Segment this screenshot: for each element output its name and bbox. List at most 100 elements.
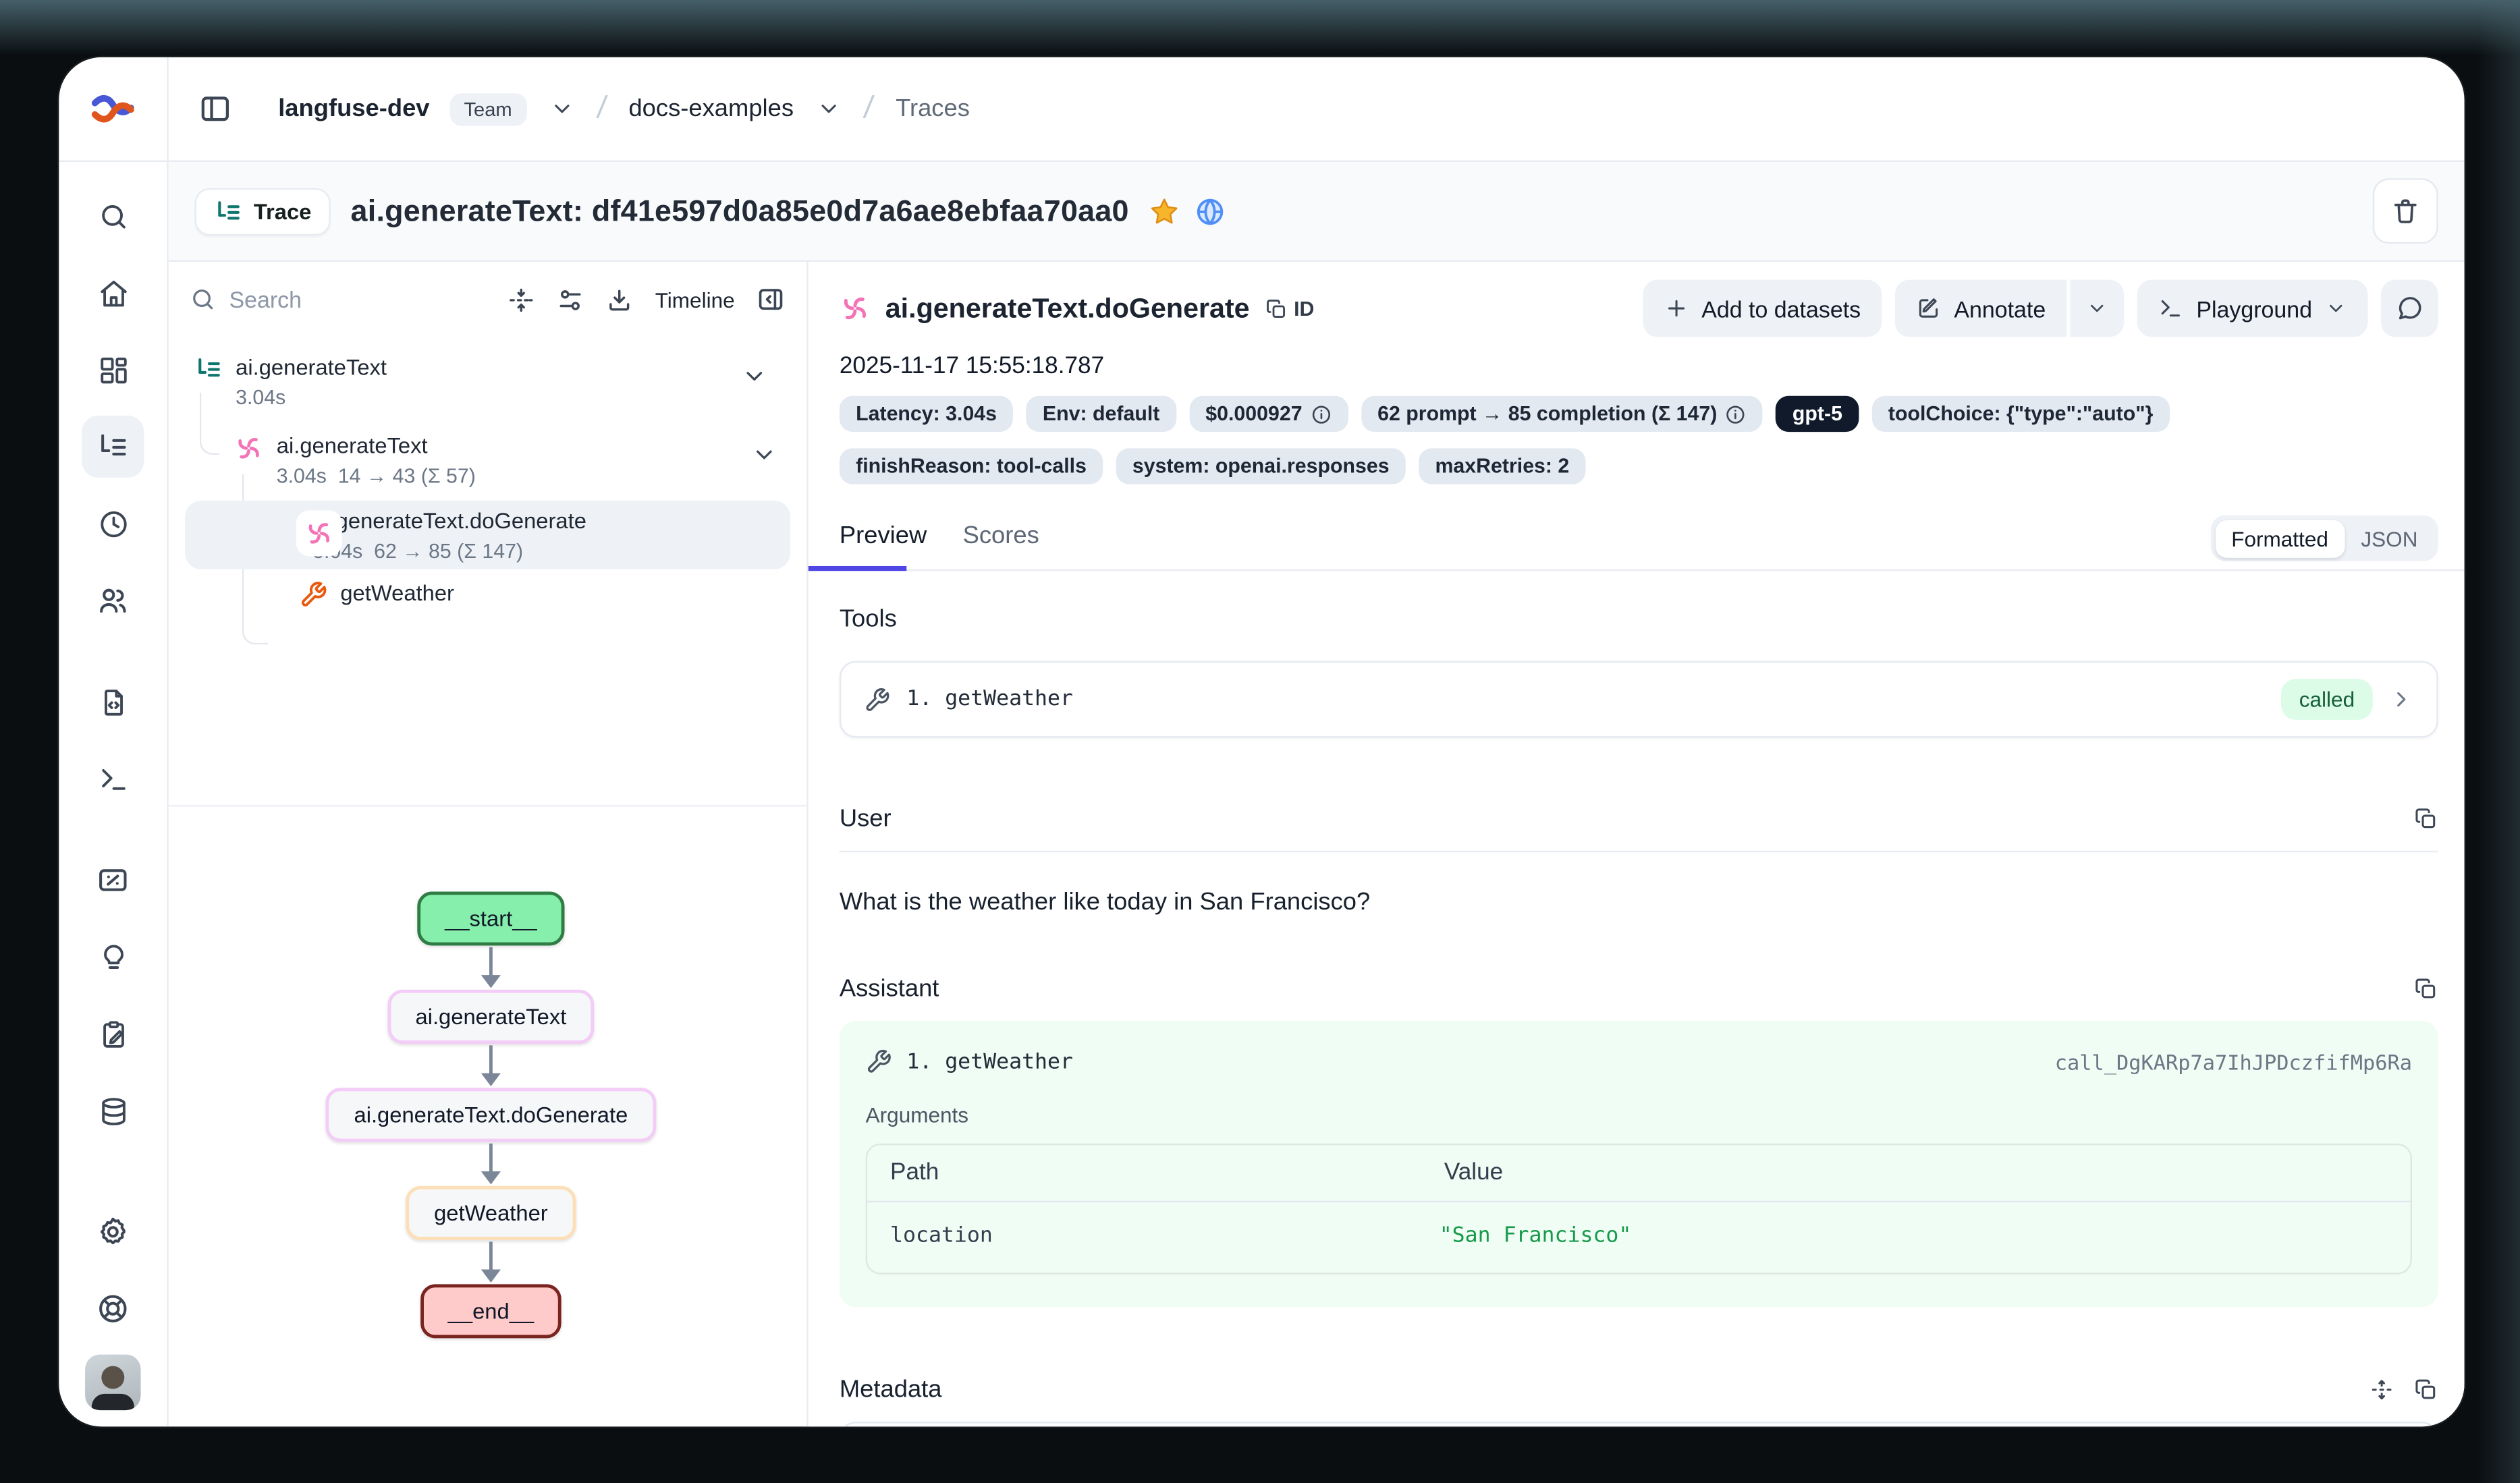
org-switcher-chevron-icon[interactable] xyxy=(549,96,574,121)
graph-edge xyxy=(489,1241,493,1271)
tool-wrench-icon xyxy=(300,581,327,609)
sidebar-item-datasets[interactable] xyxy=(82,1080,144,1142)
graph-node-generatetext[interactable]: ai.generateText xyxy=(387,990,594,1044)
copy-user-icon[interactable] xyxy=(2413,806,2438,831)
comments-button[interactable] xyxy=(2381,280,2438,337)
cost-badge[interactable]: $0.000927 xyxy=(1189,396,1348,432)
observation-tree: ai.generateText 3.04s ai.generateText xyxy=(169,337,807,804)
tab-preview[interactable]: Preview xyxy=(840,522,927,569)
detail-tabs: Preview Scores Formatted JSON xyxy=(809,504,2465,571)
sidebar-item-users[interactable] xyxy=(82,569,144,632)
add-to-datasets-button[interactable]: Add to datasets xyxy=(1643,280,1882,337)
annotate-button[interactable]: Annotate xyxy=(1895,280,2067,337)
sidebar-item-annotation[interactable] xyxy=(82,1003,144,1065)
project-name[interactable]: docs-examples xyxy=(628,95,794,123)
format-json[interactable]: JSON xyxy=(2345,520,2434,557)
graph-node-end[interactable]: __end__ xyxy=(420,1284,561,1338)
copy-metadata-icon[interactable] xyxy=(2413,1378,2438,1402)
observation-timestamp: 2025-11-17 15:55:18.787 xyxy=(840,354,2438,380)
panel-toggle-icon[interactable] xyxy=(198,92,232,126)
graph-edge xyxy=(489,947,493,977)
sidebar-item-sessions[interactable] xyxy=(82,493,144,555)
format-formatted[interactable]: Formatted xyxy=(2215,520,2345,557)
trace-tree-panel: Search Timeline xyxy=(169,262,809,1426)
tree-row-dogenerate-selected[interactable]: ai.generateText.doGenerate 3.04s 62 → 85… xyxy=(185,501,790,569)
sidebar-item-insights[interactable] xyxy=(82,926,144,988)
graph-node-start[interactable]: __start__ xyxy=(417,891,565,945)
format-toggle: Formatted JSON xyxy=(2211,515,2438,561)
sidebar-item-home[interactable] xyxy=(82,262,144,324)
tree-search-input[interactable]: Search xyxy=(190,286,491,312)
chevron-down-icon[interactable] xyxy=(741,363,767,389)
sidebar-item-playground[interactable] xyxy=(82,748,144,810)
search-placeholder: Search xyxy=(229,286,302,312)
project-switcher-chevron-icon[interactable] xyxy=(817,96,841,121)
tool-called-badge: called xyxy=(2281,679,2373,720)
system-badge: system: openai.responses xyxy=(1116,448,1406,484)
maxretries-badge: maxRetries: 2 xyxy=(1419,448,1585,484)
sidebar-item-search[interactable] xyxy=(82,185,144,247)
copy-id-button[interactable]: ID xyxy=(1264,297,1314,320)
desktop-background: langfuse-dev Team / docs-examples / Trac… xyxy=(0,0,2520,1483)
tool-definition-row[interactable]: 1. getWeather called xyxy=(840,661,2438,738)
tree-row-trace[interactable]: ai.generateText 3.04s xyxy=(185,347,790,416)
user-avatar[interactable] xyxy=(85,1355,140,1410)
sidebar-item-evaluation[interactable] xyxy=(82,849,144,911)
sidebar-item-support[interactable] xyxy=(82,1278,144,1340)
assistant-heading: Assistant xyxy=(840,975,939,1003)
collapse-all-icon[interactable] xyxy=(508,285,535,313)
sidebar-item-dashboards[interactable] xyxy=(82,339,144,401)
delete-trace-button[interactable] xyxy=(2373,178,2438,244)
finishreason-badge: finishReason: tool-calls xyxy=(840,448,1103,484)
graph-node-getweather[interactable]: getWeather xyxy=(406,1186,576,1240)
timeline-toggle[interactable]: Timeline xyxy=(655,287,735,312)
observation-detail-panel: ai.generateText.doGenerate ID Add to dat… xyxy=(809,262,2465,1426)
user-heading: User xyxy=(840,805,892,833)
chevron-down-icon[interactable] xyxy=(751,442,777,468)
tree-row-getweather[interactable]: getWeather xyxy=(290,573,790,615)
copy-assistant-icon[interactable] xyxy=(2413,977,2438,1001)
tab-scores[interactable]: Scores xyxy=(963,522,1039,569)
assistant-tool-call-card: 1. getWeather call_DgKARp7a7IhJPDczfifMp… xyxy=(840,1021,2438,1307)
arguments-col-path: Path xyxy=(890,1160,1444,1186)
playground-button[interactable]: Playground xyxy=(2137,280,2367,337)
arguments-table: Path Value location "San Francisco" xyxy=(866,1144,2412,1275)
icon-sidebar xyxy=(59,57,168,1426)
annotate-dropdown-chevron[interactable] xyxy=(2071,280,2125,337)
breadcrumb-page[interactable]: Traces xyxy=(896,95,970,123)
metric-badges-row-2: finishReason: tool-calls system: openai.… xyxy=(840,448,2438,484)
graph-edge xyxy=(489,1144,493,1173)
expand-metadata-icon[interactable] xyxy=(2370,1378,2394,1402)
model-badge[interactable]: gpt-5 xyxy=(1776,396,1859,432)
user-message: What is the weather like today in San Fr… xyxy=(840,889,2438,916)
token-usage-badge[interactable]: 62 prompt → 85 completion (Σ 147) xyxy=(1361,396,1763,432)
breadcrumb: langfuse-dev Team / docs-examples / Trac… xyxy=(169,57,2465,162)
chevron-right-icon[interactable] xyxy=(2389,687,2413,711)
active-tab-indicator xyxy=(809,565,906,571)
observation-title: ai.generateText.doGenerate xyxy=(885,292,1250,325)
argument-value: "San Francisco" xyxy=(1440,1224,2388,1248)
langfuse-logo[interactable] xyxy=(59,57,167,162)
tools-heading: Tools xyxy=(840,605,2438,633)
app-window: langfuse-dev Team / docs-examples / Trac… xyxy=(59,57,2464,1426)
tree-row-generation[interactable]: ai.generateText 3.04s 14 → 43 (Σ 57) xyxy=(224,425,790,494)
sidebar-item-prompts[interactable] xyxy=(82,671,144,733)
bookmark-star-icon[interactable] xyxy=(1149,196,1180,227)
public-globe-icon[interactable] xyxy=(1195,196,1226,227)
preview-content: Tools 1. getWeather called User xyxy=(809,571,2465,1426)
graph-edge xyxy=(489,1045,493,1075)
sidebar-item-traces[interactable] xyxy=(82,416,144,478)
argument-row: location "San Francisco" xyxy=(867,1202,2410,1272)
tree-settings-icon[interactable] xyxy=(557,285,584,313)
tool-name: 1. getWeather xyxy=(906,687,1073,711)
graph-node-dogenerate[interactable]: ai.generateText.doGenerate xyxy=(326,1088,655,1142)
tool-call-name: 1. getWeather xyxy=(906,1049,1073,1073)
download-icon[interactable] xyxy=(606,285,634,313)
collapse-panel-icon[interactable] xyxy=(756,285,786,314)
arguments-label: Arguments xyxy=(866,1102,2412,1127)
sidebar-item-settings[interactable] xyxy=(82,1201,144,1263)
argument-path: location xyxy=(890,1224,1440,1248)
trace-icon xyxy=(195,355,223,383)
latency-badge: Latency: 3.04s xyxy=(840,396,1013,432)
org-name[interactable]: langfuse-dev xyxy=(278,95,429,123)
